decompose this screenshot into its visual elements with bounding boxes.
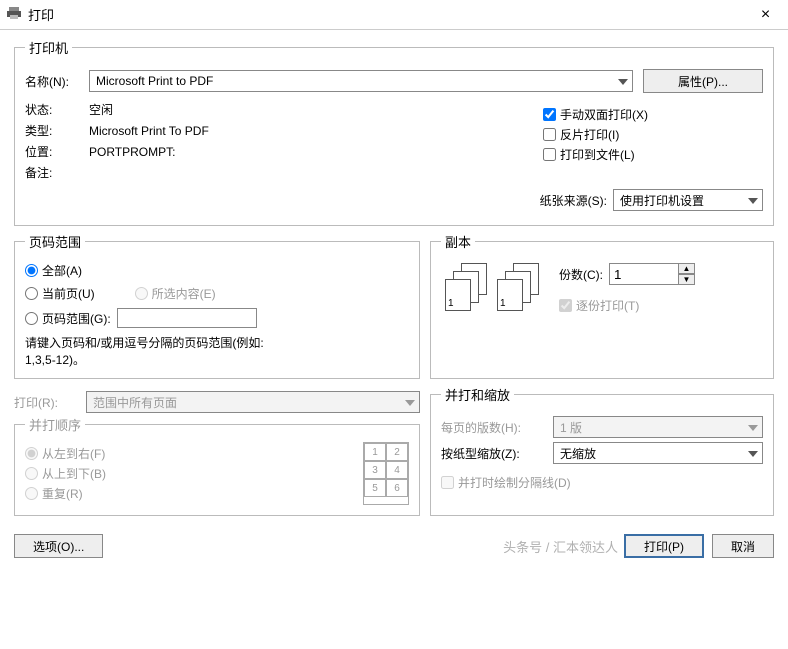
copies-group: 副本 3 2 1 3 2 1 份数(C):: [430, 232, 774, 379]
range-selection-radio: 所选内容(E): [135, 285, 216, 302]
printer-icon: [6, 5, 22, 24]
order-ttb-radio: 从上到下(B): [25, 465, 106, 482]
spin-up-icon[interactable]: ▲: [679, 263, 695, 274]
printwhat-combo: 范围中所有页面: [86, 391, 420, 413]
options-button[interactable]: 选项(O)...: [14, 534, 103, 558]
printer-name-value: Microsoft Print to PDF: [96, 74, 213, 88]
copies-count-input[interactable]: [609, 263, 679, 285]
perpage-combo: 1 版: [553, 416, 763, 438]
range-current-radio[interactable]: 当前页(U): [25, 285, 95, 302]
printer-legend: 打印机: [25, 38, 72, 57]
window-title: 打印: [28, 5, 54, 24]
copies-legend: 副本: [441, 232, 475, 251]
printer-group: 打印机 名称(N): Microsoft Print to PDF 属性(P).…: [14, 38, 774, 226]
print-to-file-checkbox[interactable]: 打印到文件(L): [543, 146, 763, 163]
type-value: Microsoft Print To PDF: [89, 124, 209, 138]
papersize-label: 按纸型缩放(Z):: [441, 445, 553, 462]
where-value: PORTPROMPT:: [89, 145, 175, 159]
mirror-print-checkbox[interactable]: 反片打印(I): [543, 126, 763, 143]
chevron-down-icon: [748, 420, 758, 434]
cancel-button[interactable]: 取消: [712, 534, 774, 558]
where-label: 位置:: [25, 143, 89, 160]
chevron-down-icon: [748, 446, 758, 460]
chevron-down-icon: [748, 193, 758, 207]
chevron-down-icon: [618, 74, 628, 88]
range-group: 页码范围 全部(A) 当前页(U) 所选内容(E) 页码范围(G): 请键入页码…: [14, 232, 420, 379]
scale-group: 并打和缩放 每页的版数(H): 1 版 按纸型缩放(Z): 无缩放 并打时绘制分…: [430, 385, 774, 516]
paper-source-combo[interactable]: 使用打印机设置: [613, 189, 763, 211]
spin-down-icon[interactable]: ▼: [679, 274, 695, 285]
order-repeat-radio: 重复(R): [25, 485, 106, 502]
perpage-label: 每页的版数(H):: [441, 419, 553, 436]
range-all-radio[interactable]: 全部(A): [25, 262, 409, 279]
name-label: 名称(N):: [25, 73, 89, 90]
papersize-combo[interactable]: 无缩放: [553, 442, 763, 464]
draw-divider-checkbox: 并打时绘制分隔线(D): [441, 474, 763, 491]
printer-name-combo[interactable]: Microsoft Print to PDF: [89, 70, 633, 92]
order-ltr-radio: 从左到右(F): [25, 445, 106, 462]
copies-spinner[interactable]: ▲ ▼: [609, 263, 695, 285]
range-legend: 页码范围: [25, 232, 85, 251]
printwhat-label: 打印(R):: [14, 394, 86, 411]
properties-button[interactable]: 属性(P)...: [643, 69, 763, 93]
watermark: 头条号 / 汇本领达人: [503, 537, 618, 556]
footer: 选项(O)... 头条号 / 汇本领达人 打印(P) 取消: [0, 530, 788, 562]
range-help: 请键入页码和/或用逗号分隔的页码范围(例如: 1,3,5-12)。: [25, 334, 409, 368]
scale-legend: 并打和缩放: [441, 385, 514, 404]
titlebar: 打印 ×: [0, 0, 788, 30]
order-preview-icon: 12 34 56: [363, 442, 409, 505]
range-pages-input[interactable]: [117, 308, 257, 328]
comment-label: 备注:: [25, 164, 89, 181]
collate-illustration: 3 2 1 3 2 1: [445, 263, 541, 313]
status-value: 空闲: [89, 101, 113, 118]
range-pages-radio[interactable]: 页码范围(G):: [25, 308, 409, 328]
paper-source-label: 纸张来源(S):: [540, 192, 607, 209]
print-button[interactable]: 打印(P): [624, 534, 704, 558]
status-label: 状态:: [25, 101, 89, 118]
type-label: 类型:: [25, 122, 89, 139]
copies-count-label: 份数(C):: [559, 266, 603, 283]
manual-duplex-checkbox[interactable]: 手动双面打印(X): [543, 106, 763, 123]
collate-checkbox: 逐份打印(T): [559, 297, 695, 314]
close-button[interactable]: ×: [743, 0, 788, 30]
chevron-down-icon: [405, 395, 415, 409]
order-legend: 并打顺序: [25, 415, 85, 434]
order-group: 并打顺序 从左到右(F) 从上到下(B) 重复(R) 12 34 56: [14, 415, 420, 516]
